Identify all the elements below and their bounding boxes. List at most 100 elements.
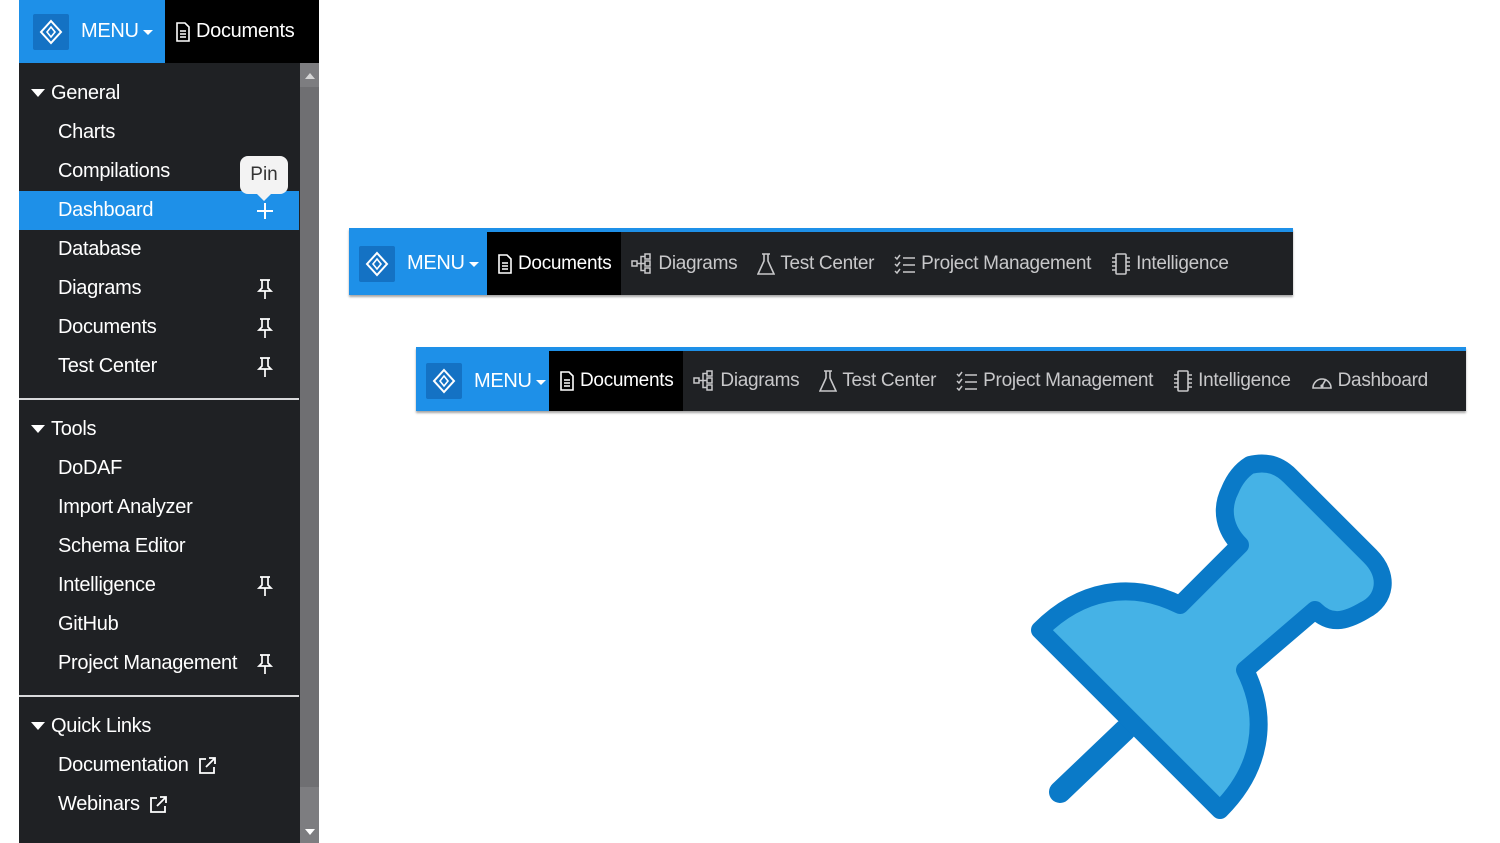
top-nav-bar-4-pins: MENU Documents Diagrams Test Center Proj… bbox=[349, 228, 1293, 295]
documents-tab[interactable]: Documents bbox=[165, 0, 295, 63]
nav-item-github[interactable]: GitHub bbox=[19, 605, 299, 644]
nav-item-documents[interactable]: Documents bbox=[19, 308, 299, 347]
pin-icon[interactable] bbox=[256, 653, 274, 675]
menu-label: MENU bbox=[81, 20, 139, 42]
bar-item-intelligence[interactable]: Intelligence bbox=[1101, 232, 1239, 295]
plus-icon[interactable] bbox=[256, 202, 274, 220]
logo-icon bbox=[426, 363, 462, 399]
document-icon bbox=[497, 253, 518, 274]
bar-item-label: Test Center bbox=[842, 370, 937, 391]
bar-item-label: Project Management bbox=[921, 252, 1092, 274]
divider bbox=[19, 695, 299, 697]
nav-item-label: Charts bbox=[58, 121, 116, 143]
scroll-down-icon[interactable] bbox=[305, 829, 315, 835]
pin-icon[interactable] bbox=[256, 356, 274, 378]
nav-item-label: DoDAF bbox=[58, 457, 123, 479]
nav-item-label: Test Center bbox=[58, 355, 157, 377]
documents-tab-label: Documents bbox=[580, 370, 674, 391]
bar-item-project-management[interactable]: Project Management bbox=[884, 232, 1101, 295]
nav-item-project-management[interactable]: Project Management bbox=[19, 644, 299, 683]
nav-item-label: GitHub bbox=[58, 613, 119, 635]
chip-icon bbox=[1173, 370, 1198, 392]
panel-header: MENU Documents bbox=[19, 0, 319, 63]
bar-item-label: Intelligence bbox=[1198, 370, 1291, 391]
nav-item-label: Intelligence bbox=[58, 574, 156, 596]
flask-icon bbox=[819, 370, 842, 392]
checklist-icon bbox=[956, 371, 983, 391]
nav-item-label: Documents bbox=[58, 316, 157, 338]
nav-item-webinars[interactable]: Webinars bbox=[19, 785, 299, 824]
nav-item-documentation[interactable]: Documentation bbox=[19, 746, 299, 785]
nav-item-label: Dashboard bbox=[58, 199, 154, 221]
nav-item-import-analyzer[interactable]: Import Analyzer bbox=[19, 488, 299, 527]
bar-item-label: Test Center bbox=[780, 252, 875, 274]
flask-icon bbox=[757, 252, 780, 275]
menu-button[interactable]: MENU bbox=[416, 351, 549, 411]
external-link-icon bbox=[148, 795, 168, 815]
menu-button[interactable]: MENU bbox=[349, 232, 487, 295]
section-quick-links[interactable]: Quick Links bbox=[19, 711, 299, 741]
bar-item-project-management[interactable]: Project Management bbox=[946, 351, 1163, 411]
navigation-panel: MENU Documents General Charts Compilatio… bbox=[19, 0, 319, 843]
caret-down-icon bbox=[31, 89, 45, 97]
menu-label: MENU bbox=[474, 369, 532, 392]
top-nav-bar-5-pins: MENU Documents Diagrams Test Center Proj… bbox=[416, 347, 1466, 411]
nav-item-label: Project Management bbox=[58, 652, 238, 674]
document-icon bbox=[559, 371, 580, 391]
bar-item-intelligence[interactable]: Intelligence bbox=[1163, 351, 1301, 411]
checklist-icon bbox=[894, 254, 921, 274]
chip-icon bbox=[1111, 252, 1136, 275]
section-title: General bbox=[51, 81, 121, 104]
nav-item-diagrams[interactable]: Diagrams bbox=[19, 269, 299, 308]
scroll-up-icon[interactable] bbox=[305, 73, 315, 79]
nav-item-label: Database bbox=[58, 238, 142, 260]
nav-item-schema-editor[interactable]: Schema Editor bbox=[19, 527, 299, 566]
scrollbar-thumb[interactable] bbox=[300, 87, 319, 787]
logo-icon bbox=[33, 13, 69, 50]
bar-item-test-center[interactable]: Test Center bbox=[809, 351, 946, 411]
nav-item-label: Compilations bbox=[58, 160, 171, 182]
documents-tab-label: Documents bbox=[196, 20, 295, 42]
bar-item-label: Dashboard bbox=[1337, 370, 1429, 391]
documents-tab[interactable]: Documents bbox=[549, 351, 684, 411]
nav-item-label: Webinars bbox=[58, 793, 140, 815]
section-title: Quick Links bbox=[51, 714, 152, 737]
nav-item-test-center[interactable]: Test Center bbox=[19, 347, 299, 386]
gauge-icon bbox=[1311, 372, 1338, 390]
pushpin-illustration bbox=[1020, 450, 1400, 830]
bar-item-label: Diagrams bbox=[658, 252, 738, 274]
menu-label: MENU bbox=[407, 252, 465, 274]
documents-tab[interactable]: Documents bbox=[487, 232, 622, 295]
documents-tab-label: Documents bbox=[518, 252, 612, 274]
section-title: Tools bbox=[51, 417, 97, 440]
external-link-icon bbox=[197, 756, 217, 776]
chevron-down-icon bbox=[535, 379, 546, 385]
bar-item-diagrams[interactable]: Diagrams bbox=[683, 351, 809, 411]
pin-icon[interactable] bbox=[256, 575, 274, 597]
nav-item-label: Diagrams bbox=[58, 277, 142, 299]
document-icon bbox=[175, 21, 196, 42]
nav-item-label: Schema Editor bbox=[58, 535, 186, 557]
divider bbox=[19, 398, 299, 400]
nav-item-intelligence[interactable]: Intelligence bbox=[19, 566, 299, 605]
chevron-down-icon bbox=[468, 262, 479, 267]
pin-icon[interactable] bbox=[256, 317, 274, 339]
bar-item-label: Intelligence bbox=[1136, 252, 1229, 274]
nav-item-database[interactable]: Database bbox=[19, 230, 299, 269]
nav-item-label: Documentation bbox=[58, 754, 189, 776]
nav-item-dodaf[interactable]: DoDAF bbox=[19, 449, 299, 488]
section-tools[interactable]: Tools bbox=[19, 414, 299, 444]
diagram-icon bbox=[693, 370, 720, 392]
chevron-down-icon bbox=[142, 30, 153, 35]
menu-button[interactable]: MENU bbox=[19, 0, 165, 63]
bar-item-diagrams[interactable]: Diagrams bbox=[621, 232, 747, 295]
scrollbar[interactable] bbox=[300, 63, 319, 843]
nav-item-charts[interactable]: Charts bbox=[19, 113, 299, 152]
caret-down-icon bbox=[31, 425, 45, 433]
bar-item-dashboard[interactable]: Dashboard bbox=[1301, 351, 1438, 411]
bar-item-test-center[interactable]: Test Center bbox=[747, 232, 884, 295]
bar-item-label: Diagrams bbox=[720, 370, 800, 391]
pin-icon[interactable] bbox=[256, 278, 274, 300]
bar-item-label: Project Management bbox=[983, 370, 1154, 391]
section-general[interactable]: General bbox=[19, 78, 299, 108]
